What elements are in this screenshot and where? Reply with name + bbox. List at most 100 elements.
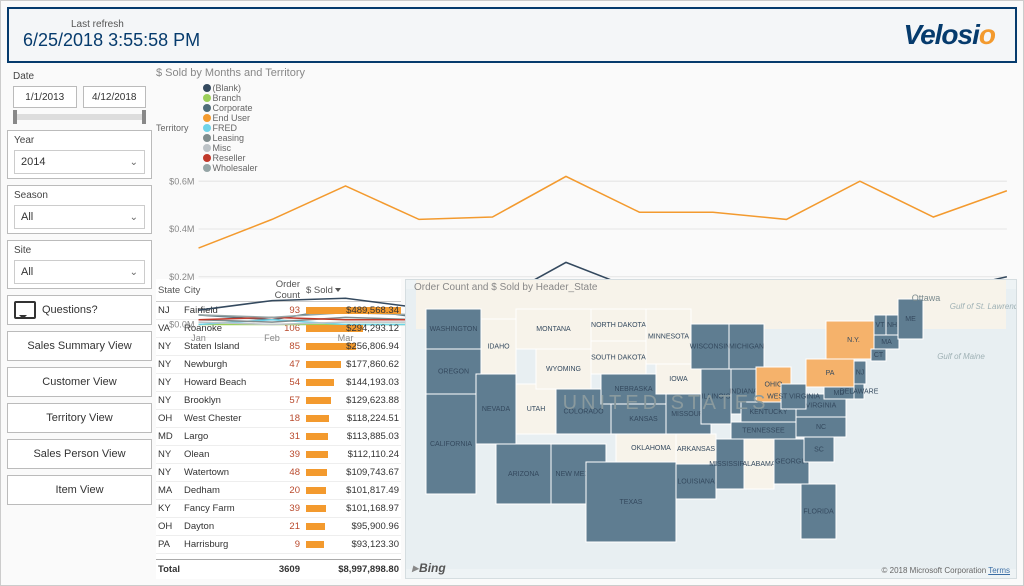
line-chart[interactable]: $ Sold by Months and Territory Territory… xyxy=(156,67,1017,277)
state-TX[interactable] xyxy=(586,462,676,542)
legend-dot-icon xyxy=(203,134,211,142)
state-MN[interactable] xyxy=(646,309,691,364)
season-select[interactable]: All ⌄ xyxy=(14,205,145,229)
footer-label: Total xyxy=(156,564,184,575)
state-MI[interactable] xyxy=(729,324,764,369)
state-NJ[interactable] xyxy=(854,361,866,384)
legend-item[interactable]: FRED xyxy=(203,123,258,133)
table-footer: Total 3609 $8,997,898.80 xyxy=(156,559,401,579)
table-row[interactable]: KYFancy Farm39$101,168.97 xyxy=(156,500,401,518)
state-WY[interactable] xyxy=(536,349,591,389)
filters-column: Date 1/1/2013 4/12/2018 Year 2014 ⌄ Seas… xyxy=(7,67,152,579)
site-select[interactable]: All ⌄ xyxy=(14,260,145,284)
header-sold[interactable]: $ Sold xyxy=(306,285,401,296)
table-row[interactable]: NYOlean39$112,110.24 xyxy=(156,446,401,464)
legend-item[interactable]: Corporate xyxy=(203,103,258,113)
legend-dot-icon xyxy=(203,94,211,102)
state-CA[interactable] xyxy=(426,394,476,494)
table-row[interactable]: MDLargo31$113,885.03 xyxy=(156,428,401,446)
map-visual[interactable]: Order Count and $ Sold by Header_State W… xyxy=(405,279,1017,579)
state-SD[interactable] xyxy=(591,341,646,374)
site-slicer-title: Site xyxy=(14,245,145,256)
state-ID[interactable] xyxy=(481,319,516,374)
state-ME[interactable] xyxy=(898,299,923,339)
map-canvas: WASHINGTONOREGONCALIFORNIANEVADAIDAHOMON… xyxy=(406,280,1016,578)
table-row[interactable]: NYHoward Beach54$144,193.03 xyxy=(156,374,401,392)
territory-view-button[interactable]: Territory View xyxy=(7,403,152,433)
map-title: Order Count and $ Sold by Header_State xyxy=(414,282,597,293)
legend-item[interactable]: Branch xyxy=(203,93,258,103)
table-row[interactable]: NYWatertown48$109,743.67 xyxy=(156,464,401,482)
questions-button[interactable]: Questions? xyxy=(7,295,152,325)
terms-link[interactable]: Terms xyxy=(988,566,1010,575)
season-slicer-title: Season xyxy=(14,190,145,201)
chevron-down-icon: ⌄ xyxy=(130,267,138,278)
legend-item[interactable]: Leasing xyxy=(203,133,258,143)
legend-item[interactable]: Wholesaler xyxy=(203,163,258,173)
header: Last refresh 6/25/2018 3:55:58 PM Velosi… xyxy=(7,7,1017,63)
footer-sold: $8,997,898.80 xyxy=(306,564,401,575)
year-value: 2014 xyxy=(21,156,45,168)
state-MS[interactable] xyxy=(716,439,744,489)
legend-dot-icon xyxy=(203,164,211,172)
state-MD[interactable] xyxy=(824,387,854,399)
table-row[interactable]: OHDayton21$95,900.96 xyxy=(156,518,401,536)
state-MA[interactable] xyxy=(874,335,899,349)
legend-dot-icon xyxy=(203,144,211,152)
sales-person-view-button[interactable]: Sales Person View xyxy=(7,439,152,469)
svg-text:$0.2M: $0.2M xyxy=(169,272,194,282)
state-UT[interactable] xyxy=(516,384,556,434)
state-NC[interactable] xyxy=(796,417,846,437)
legend-item[interactable]: Misc xyxy=(203,143,258,153)
state-AL[interactable] xyxy=(744,439,774,489)
state-SC[interactable] xyxy=(804,437,834,462)
state-WI[interactable] xyxy=(691,324,729,369)
legend-title: Territory xyxy=(156,123,189,133)
state-VT[interactable] xyxy=(874,315,886,335)
date-range-slider[interactable] xyxy=(13,114,146,120)
refresh-time: 6/25/2018 3:55:58 PM xyxy=(23,30,869,51)
state-ND[interactable] xyxy=(591,309,646,341)
state-OR[interactable] xyxy=(426,349,481,394)
legend-dot-icon xyxy=(203,84,211,92)
state-FL[interactable] xyxy=(801,484,836,539)
state-MT[interactable] xyxy=(516,309,591,349)
legend-item[interactable]: (Blank) xyxy=(203,83,258,93)
questions-label: Questions? xyxy=(42,304,98,316)
state-DE[interactable] xyxy=(854,384,864,399)
svg-text:Feb: Feb xyxy=(264,333,280,343)
svg-text:Jan: Jan xyxy=(191,333,206,343)
state-PA[interactable] xyxy=(806,359,854,387)
refresh-info: Last refresh 6/25/2018 3:55:58 PM xyxy=(9,9,883,61)
season-slicer: Season All ⌄ xyxy=(7,185,152,234)
state-LA[interactable] xyxy=(676,464,716,499)
chart-legend: Territory (Blank)BranchCorporateEnd User… xyxy=(156,83,1017,173)
state-NH[interactable] xyxy=(886,315,898,335)
logo: Velosio xyxy=(883,9,1015,61)
visuals-column: $ Sold by Months and Territory Territory… xyxy=(156,67,1017,579)
body: Date 1/1/2013 4/12/2018 Year 2014 ⌄ Seas… xyxy=(7,67,1017,579)
legend-dot-icon xyxy=(203,154,211,162)
table-row[interactable]: MADedham20$101,817.49 xyxy=(156,482,401,500)
state-AZ[interactable] xyxy=(496,444,551,504)
chart-title: $ Sold by Months and Territory xyxy=(156,67,1017,79)
year-slicer: Year 2014 ⌄ xyxy=(7,130,152,179)
date-end-input[interactable]: 4/12/2018 xyxy=(83,86,147,108)
table-row[interactable]: NYBrooklyn57$129,623.88 xyxy=(156,392,401,410)
table-row[interactable]: NYNewburgh47$177,860.62 xyxy=(156,356,401,374)
date-start-input[interactable]: 1/1/2013 xyxy=(13,86,77,108)
legend-item[interactable]: Reseller xyxy=(203,153,258,163)
state-NV[interactable] xyxy=(476,374,516,444)
table-row[interactable]: OHWest Chester18$118,224.51 xyxy=(156,410,401,428)
state-TN[interactable] xyxy=(731,422,796,439)
item-view-button[interactable]: Item View xyxy=(7,475,152,505)
table-row[interactable]: PAHarrisburg9$93,123.30 xyxy=(156,536,401,554)
customer-view-button[interactable]: Customer View xyxy=(7,367,152,397)
state-WA[interactable] xyxy=(426,309,481,349)
legend-item[interactable]: End User xyxy=(203,113,258,123)
state-CT[interactable] xyxy=(871,349,886,361)
state-WV[interactable] xyxy=(781,384,806,409)
state-AR[interactable] xyxy=(676,434,716,464)
year-select[interactable]: 2014 ⌄ xyxy=(14,150,145,174)
sales-summary-button[interactable]: Sales Summary View xyxy=(7,331,152,361)
